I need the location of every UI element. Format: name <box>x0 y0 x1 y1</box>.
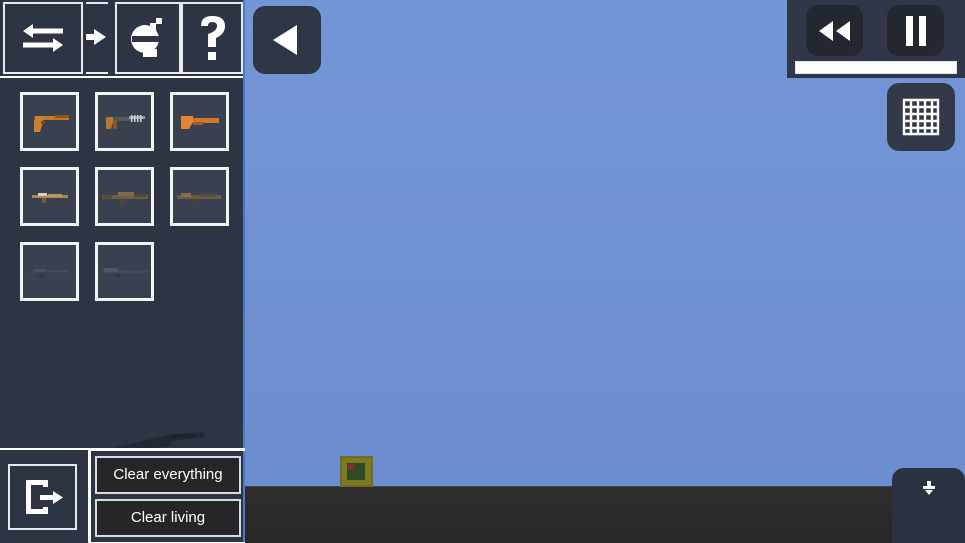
help-icon <box>201 16 225 60</box>
bottom-sheet-panel[interactable] <box>892 468 965 543</box>
next-page-button[interactable] <box>86 2 108 74</box>
swap-icon <box>23 24 63 52</box>
sidebar-toolbar <box>0 0 243 78</box>
grid-toggle-button[interactable] <box>887 83 955 151</box>
exit-door-icon <box>25 480 63 514</box>
sidebar: Clear everything Clear living <box>0 0 245 543</box>
grid-toggle-icon <box>902 98 940 136</box>
pause-icon <box>905 15 926 46</box>
pause-button[interactable] <box>887 5 944 56</box>
back-button[interactable] <box>253 6 321 74</box>
weapon-slot-sniper-rifle[interactable] <box>20 242 79 301</box>
weapon-slot-sawed-off-shotgun[interactable] <box>170 92 229 151</box>
marksman-rifle-icon <box>101 267 148 277</box>
drag-handle-icon <box>922 481 935 495</box>
sniper-rifle-icon <box>26 268 71 278</box>
back-triangle-icon <box>273 25 297 55</box>
playback-controls <box>787 0 965 78</box>
next-arrow-icon <box>86 29 106 45</box>
exit-button[interactable] <box>8 464 77 530</box>
sawed-off-shotgun-icon <box>180 115 219 129</box>
clear-everything-button[interactable]: Clear everything <box>95 456 241 494</box>
clear-living-button[interactable]: Clear living <box>95 499 241 537</box>
entity-marker <box>348 464 354 470</box>
inventory-row <box>20 92 245 151</box>
sidebar-bottom-bar: Clear everything Clear living <box>0 448 245 543</box>
help-button[interactable] <box>181 2 243 74</box>
weapon-slot-carbine[interactable] <box>20 167 79 226</box>
weapon-slot-assault-rifle[interactable] <box>95 167 154 226</box>
game-screen: Clear everything Clear living <box>0 0 965 543</box>
paint-bucket-icon <box>131 18 162 57</box>
battle-rifle-icon <box>176 192 221 204</box>
inventory-row <box>20 242 245 301</box>
carbine-icon <box>31 192 68 203</box>
rewind-icon <box>818 20 850 41</box>
spawned-entity[interactable] <box>340 456 373 487</box>
paint-button[interactable] <box>115 2 181 74</box>
weapon-inventory-grid <box>0 78 245 448</box>
swap-button[interactable] <box>3 2 83 74</box>
pistol-icon <box>33 114 69 132</box>
weapon-slot-pistol[interactable] <box>20 92 79 151</box>
weapon-slot-submachine-gun[interactable] <box>95 92 154 151</box>
clear-actions-panel: Clear everything Clear living <box>88 448 245 543</box>
submachine-gun-icon <box>104 114 145 129</box>
timeline-scrubber[interactable] <box>795 61 957 74</box>
weapon-slot-battle-rifle[interactable] <box>170 167 229 226</box>
assault-rifle-icon <box>101 191 148 206</box>
inventory-row <box>20 167 245 226</box>
rewind-button[interactable] <box>806 5 863 56</box>
weapon-slot-marksman-rifle[interactable] <box>95 242 154 301</box>
